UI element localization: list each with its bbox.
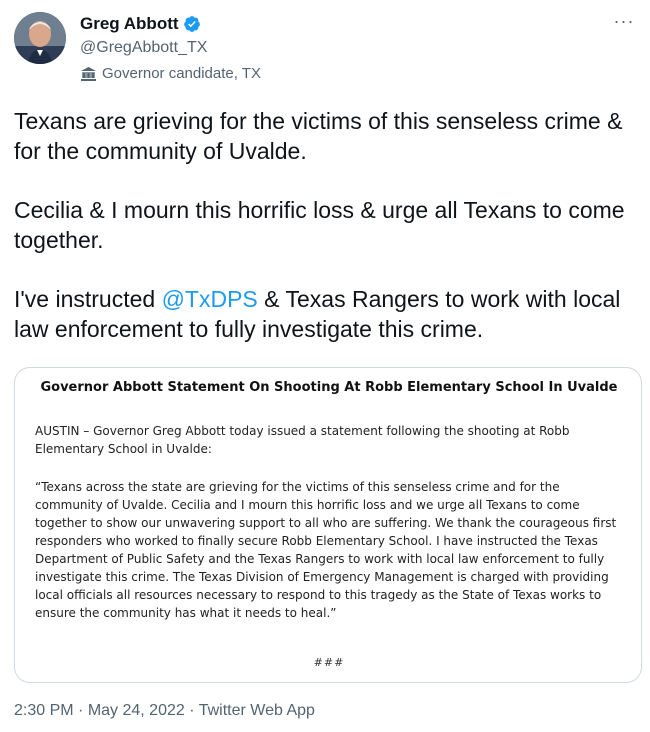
tweet-date[interactable]: May 24, 2022 (88, 702, 185, 719)
statement-title: Governor Abbott Statement On Shooting At… (40, 380, 618, 395)
tweet-paragraph-1: Texans are grieving for the victims of t… (14, 108, 623, 164)
metadata-separator: · (184, 702, 199, 719)
author-handle[interactable]: @GregAbbott_TX (80, 38, 207, 58)
avatar[interactable] (14, 12, 66, 64)
statement-end-mark: ### (313, 656, 345, 669)
tweet-paragraph-2: Cecilia & I mourn this horrific loss & u… (14, 197, 625, 253)
tweet-text: Texans are grieving for the victims of t… (14, 106, 636, 344)
tweet-source[interactable]: Twitter Web App (199, 702, 315, 719)
author-name-row: Greg Abbott (80, 14, 201, 34)
tweet-metadata: 2:30 PM · May 24, 2022 · Twitter Web App (14, 701, 315, 721)
government-building-icon (80, 66, 97, 82)
metadata-separator: · (73, 702, 88, 719)
verified-badge-icon[interactable] (183, 15, 201, 33)
tweet-header: Greg Abbott @GregAbbott_TX Governor cand… (14, 12, 636, 88)
affiliation-label: Governor candidate, TX (80, 65, 261, 83)
attached-image[interactable]: Governor Abbott Statement On Shooting At… (14, 367, 642, 683)
tweet-paragraph-3: I've instructed @TxDPS & Texas Rangers t… (14, 284, 636, 344)
statement-quote: “Texans across the state are grieving fo… (35, 480, 617, 620)
mention-link[interactable]: @TxDPS (162, 286, 258, 312)
avatar-photo-icon (14, 12, 66, 64)
more-horizontal-icon: ··· (613, 11, 635, 31)
author-name[interactable]: Greg Abbott (80, 14, 179, 34)
statement-intro: AUSTIN – Governor Greg Abbott today issu… (35, 424, 570, 456)
tweet-time[interactable]: 2:30 PM (14, 702, 74, 719)
tweet-text-segment: I've instructed (14, 286, 162, 312)
more-options-button[interactable]: ··· (612, 11, 636, 34)
affiliation-label-text: Governor candidate, TX (102, 65, 261, 82)
